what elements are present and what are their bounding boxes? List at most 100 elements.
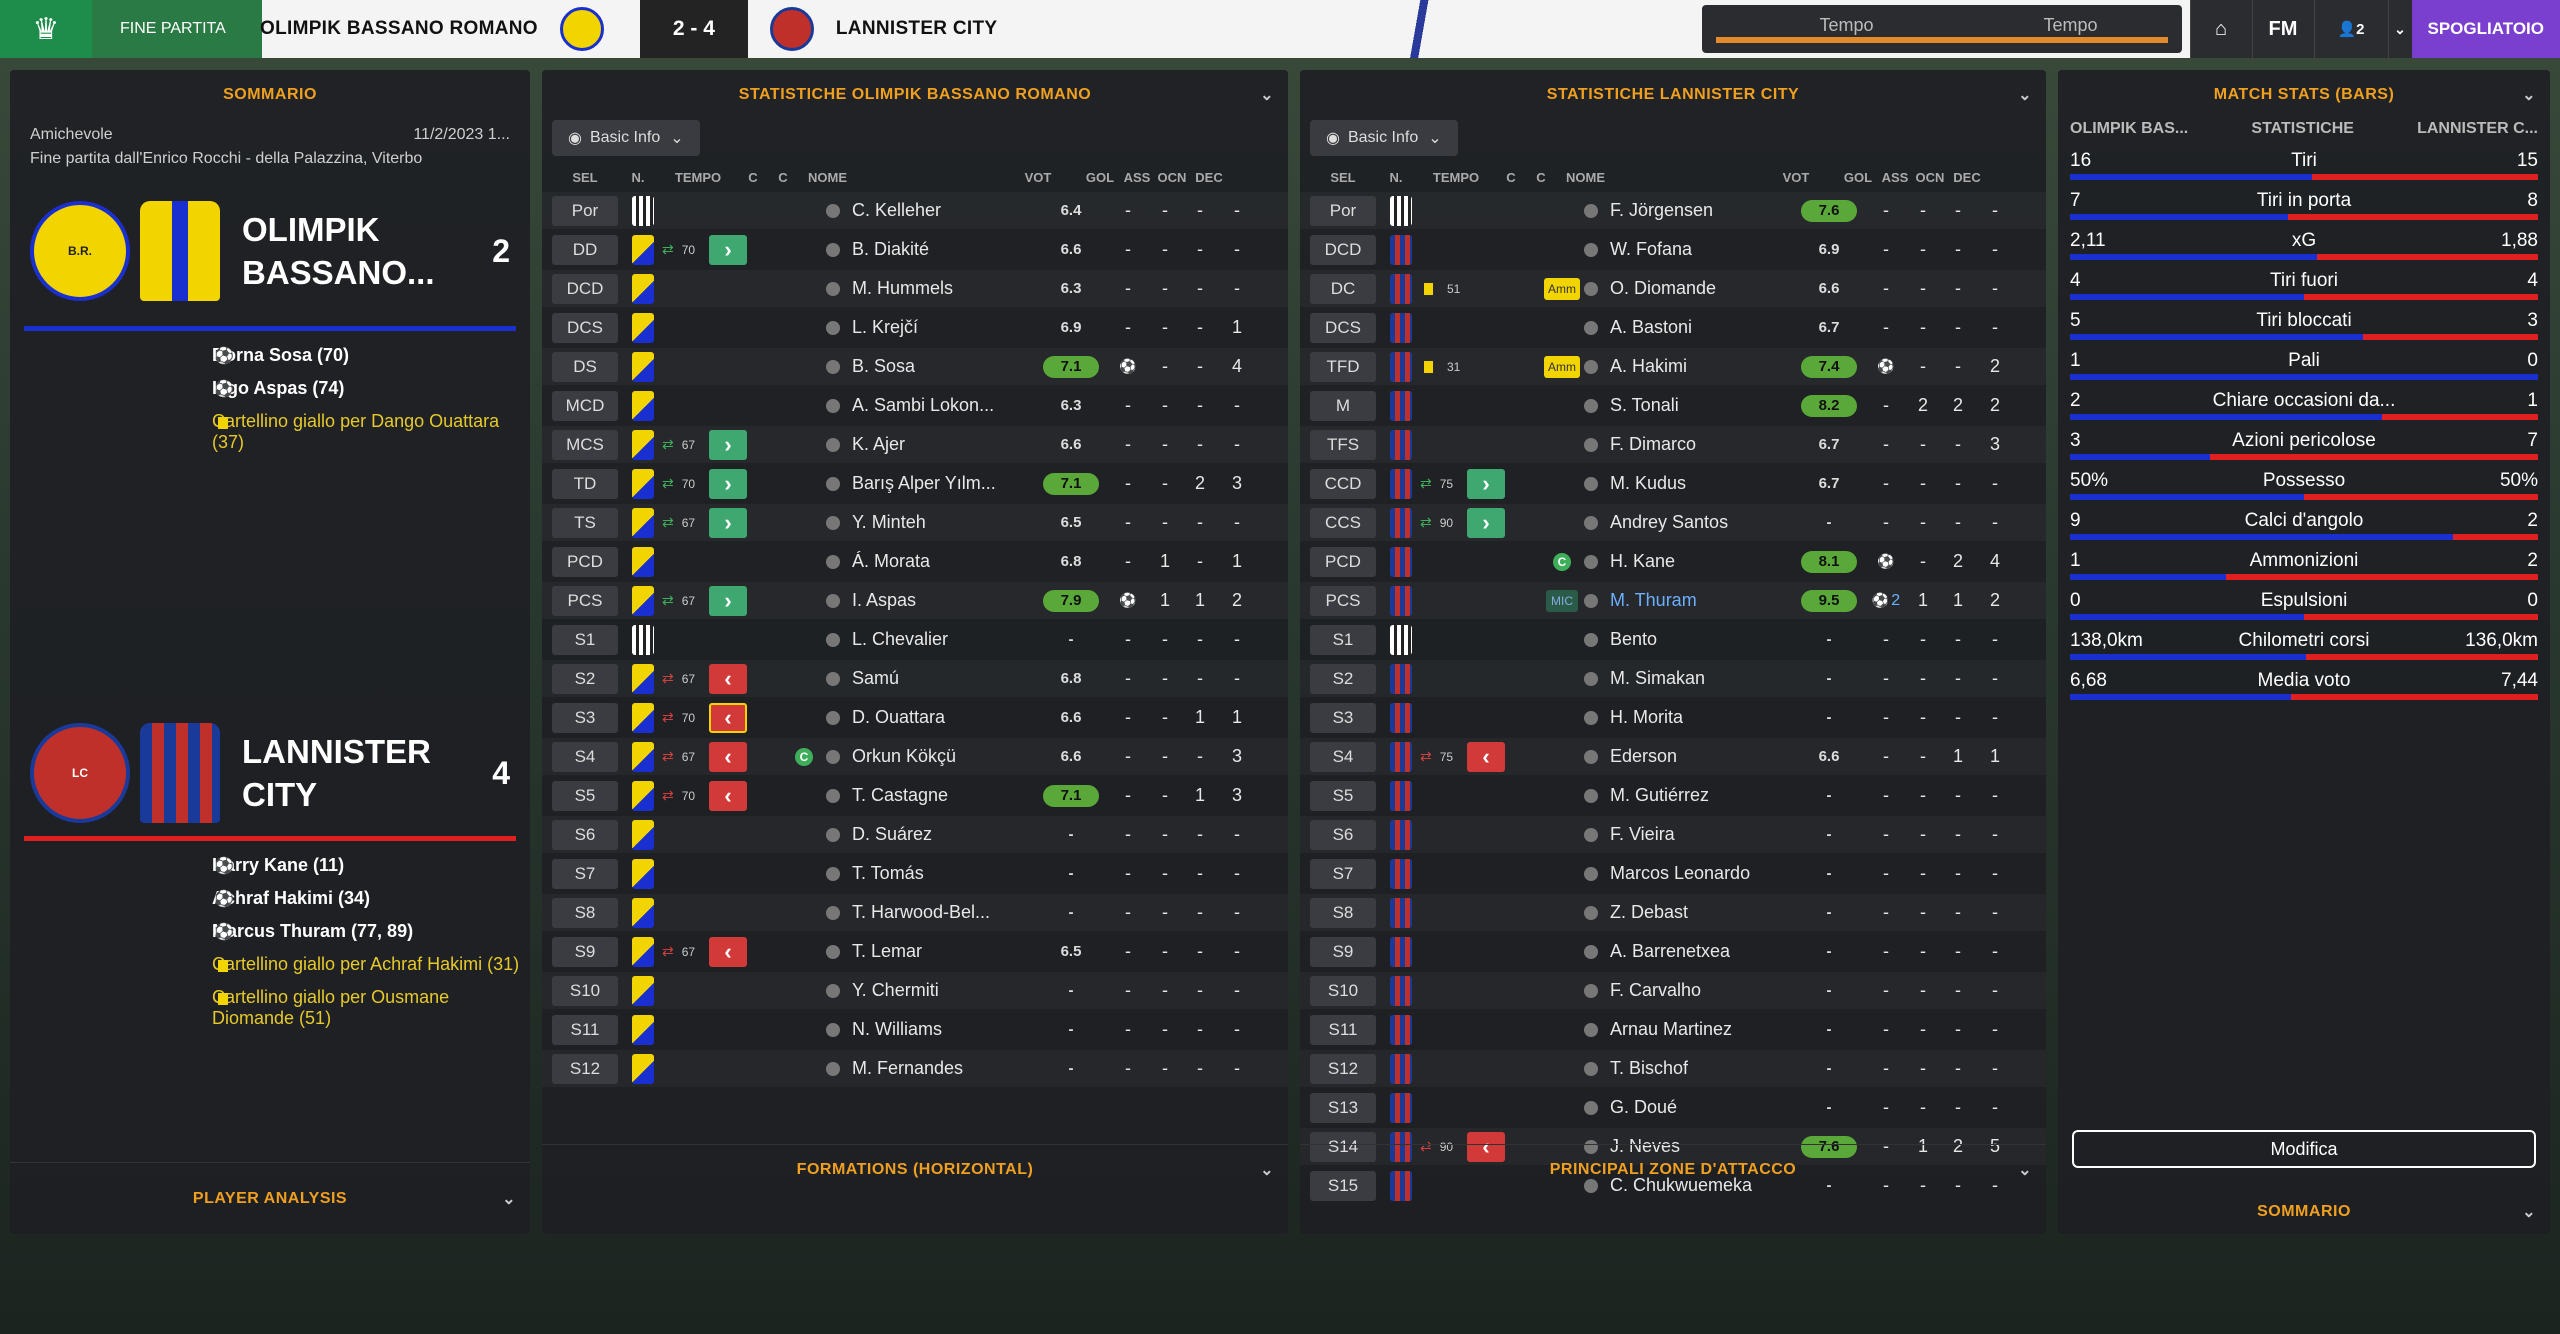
player-name[interactable]: I. Aspas: [826, 590, 1036, 611]
player-name[interactable]: T. Castagne: [826, 785, 1036, 806]
col-gol[interactable]: GOL: [1836, 170, 1880, 185]
col-ocn[interactable]: OCN: [1910, 170, 1950, 185]
position-badge[interactable]: DCD: [1310, 234, 1376, 265]
col-nome[interactable]: NOME: [798, 170, 998, 185]
position-badge[interactable]: S9: [1310, 936, 1376, 967]
table-row[interactable]: S2 M. Simakan - - - - -: [1300, 660, 2046, 697]
col-dec[interactable]: DEC: [1950, 170, 1984, 185]
player-name[interactable]: M. Kudus: [1584, 473, 1794, 494]
player-name[interactable]: L. Krejčí: [826, 317, 1036, 338]
table-row[interactable]: S11 N. Williams - - - - -: [542, 1011, 1288, 1048]
player-name[interactable]: B. Diakité: [826, 239, 1036, 260]
position-badge[interactable]: S13: [1310, 1092, 1376, 1123]
col-c2[interactable]: C: [1526, 170, 1556, 185]
player-name[interactable]: W. Fofana: [1584, 239, 1794, 260]
table-row[interactable]: TD ⇄ 70 › Barış Alper Yılm... 7.1 - - 2 3: [542, 465, 1288, 502]
col-c2[interactable]: C: [768, 170, 798, 185]
position-badge[interactable]: S5: [1310, 780, 1376, 811]
away-team-name[interactable]: LANNISTER CITY: [836, 18, 997, 40]
player-name[interactable]: T. Lemar: [826, 941, 1036, 962]
player-name[interactable]: Á. Morata: [826, 551, 1036, 572]
player-name[interactable]: D. Ouattara: [826, 707, 1036, 728]
match-timeline[interactable]: Tempo Tempo: [1701, 5, 2182, 53]
player-name[interactable]: T. Tomás: [826, 863, 1036, 884]
position-badge[interactable]: TD: [552, 468, 618, 499]
position-badge[interactable]: DS: [552, 351, 618, 382]
chevron-down-icon[interactable]: ⌄: [502, 1189, 516, 1209]
table-row[interactable]: DC 51 Amm O. Diomande 6.6 - - - -: [1300, 270, 2046, 307]
position-badge[interactable]: CCS: [1310, 507, 1376, 538]
position-badge[interactable]: S2: [552, 663, 618, 694]
col-n[interactable]: N.: [618, 170, 658, 185]
table-row[interactable]: PCD C H. Kane 8.1 ⚽ - 2 4: [1300, 543, 2046, 580]
player-name[interactable]: A. Sambi Lokon...: [826, 395, 1036, 416]
position-badge[interactable]: S12: [552, 1053, 618, 1084]
position-badge[interactable]: S11: [1310, 1014, 1376, 1045]
player-name[interactable]: F. Vieira: [1584, 824, 1794, 845]
table-row[interactable]: M S. Tonali 8.2 - 2 2 2: [1300, 387, 2046, 424]
position-badge[interactable]: S7: [1310, 858, 1376, 889]
position-badge[interactable]: PCD: [552, 546, 618, 577]
attack-zones-header[interactable]: PRINCIPALI ZONE D'ATTACCO ⌄: [1300, 1144, 2046, 1194]
table-row[interactable]: S1 Bento - - - - -: [1300, 621, 2046, 658]
player-name[interactable]: F. Carvalho: [1584, 980, 1794, 1001]
col-c1[interactable]: C: [1496, 170, 1526, 185]
player-name[interactable]: M. Thuram: [1584, 590, 1794, 611]
position-badge[interactable]: MCD: [552, 390, 618, 421]
player-name[interactable]: M. Fernandes: [826, 1058, 1036, 1079]
competition-logo-icon[interactable]: ♛: [0, 0, 92, 58]
player-name[interactable]: H. Kane: [1584, 551, 1794, 572]
table-row[interactable]: S6 F. Vieira - - - - -: [1300, 816, 2046, 853]
player-name[interactable]: D. Suárez: [826, 824, 1036, 845]
player-name[interactable]: O. Diomande: [1584, 278, 1794, 299]
position-badge[interactable]: DC: [1310, 273, 1376, 304]
player-name[interactable]: T. Harwood-Bel...: [826, 902, 1036, 923]
player-name[interactable]: H. Morita: [1584, 707, 1794, 728]
modifica-button[interactable]: Modifica: [2072, 1130, 2536, 1168]
player-analysis-header[interactable]: PLAYER ANALYSIS ⌄: [10, 1162, 530, 1234]
position-badge[interactable]: S6: [1310, 819, 1376, 850]
chevron-down-icon[interactable]: ⌄: [2522, 1202, 2536, 1222]
position-badge[interactable]: S8: [552, 897, 618, 928]
col-nome[interactable]: NOME: [1556, 170, 1756, 185]
table-row[interactable]: DCS L. Krejčí 6.9 - - - 1: [542, 309, 1288, 346]
position-badge[interactable]: S2: [1310, 663, 1376, 694]
position-badge[interactable]: TFD: [1310, 351, 1376, 382]
table-row[interactable]: DCD W. Fofana 6.9 - - - -: [1300, 231, 2046, 268]
player-name[interactable]: F. Jörgensen: [1584, 200, 1794, 221]
table-row[interactable]: S2 ⇄ 67 ‹ Samú 6.8 - - - -: [542, 660, 1288, 697]
col-tempo[interactable]: TEMPO: [658, 170, 738, 185]
position-badge[interactable]: S10: [1310, 975, 1376, 1006]
position-badge[interactable]: S10: [552, 975, 618, 1006]
table-row[interactable]: DCS A. Bastoni 6.7 - - - -: [1300, 309, 2046, 346]
position-badge[interactable]: S4: [552, 741, 618, 772]
player-name[interactable]: Orkun Kökçü: [826, 746, 1036, 767]
table-row[interactable]: S8 Z. Debast - - - - -: [1300, 894, 2046, 931]
player-name[interactable]: Z. Debast: [1584, 902, 1794, 923]
player-name[interactable]: Y. Chermiti: [826, 980, 1036, 1001]
col-vot[interactable]: VOT: [998, 170, 1078, 185]
player-name[interactable]: M. Hummels: [826, 278, 1036, 299]
player-name[interactable]: A. Hakimi: [1584, 356, 1794, 377]
player-name[interactable]: B. Sosa: [826, 356, 1036, 377]
position-badge[interactable]: PCS: [552, 585, 618, 616]
home-team-name[interactable]: OLIMPIK BASSANO ROMANO: [260, 18, 538, 40]
table-row[interactable]: TFS F. Dimarco 6.7 - - - 3: [1300, 426, 2046, 463]
table-row[interactable]: S12 T. Bischof - - - - -: [1300, 1050, 2046, 1087]
col-sel[interactable]: SEL: [1310, 170, 1376, 185]
table-row[interactable]: CCD ⇄ 75 › M. Kudus 6.7 - - - -: [1300, 465, 2046, 502]
position-badge[interactable]: Por: [552, 195, 618, 226]
table-row[interactable]: DCD M. Hummels 6.3 - - - -: [542, 270, 1288, 307]
position-badge[interactable]: S7: [552, 858, 618, 889]
player-name[interactable]: Samú: [826, 668, 1036, 689]
position-badge[interactable]: S3: [1310, 702, 1376, 733]
position-badge[interactable]: DD: [552, 234, 618, 265]
player-name[interactable]: G. Doué: [1584, 1097, 1794, 1118]
position-badge[interactable]: S12: [1310, 1053, 1376, 1084]
table-row[interactable]: TS ⇄ 67 › Y. Minteh 6.5 - - - -: [542, 504, 1288, 541]
table-row[interactable]: Por F. Jörgensen 7.6 - - - -: [1300, 192, 2046, 229]
table-row[interactable]: S9 ⇄ 67 ‹ T. Lemar 6.5 - - - -: [542, 933, 1288, 970]
table-row[interactable]: PCD Á. Morata 6.8 - 1 - 1: [542, 543, 1288, 580]
player-name[interactable]: A. Bastoni: [1584, 317, 1794, 338]
table-row[interactable]: S7 Marcos Leonardo - - - - -: [1300, 855, 2046, 892]
